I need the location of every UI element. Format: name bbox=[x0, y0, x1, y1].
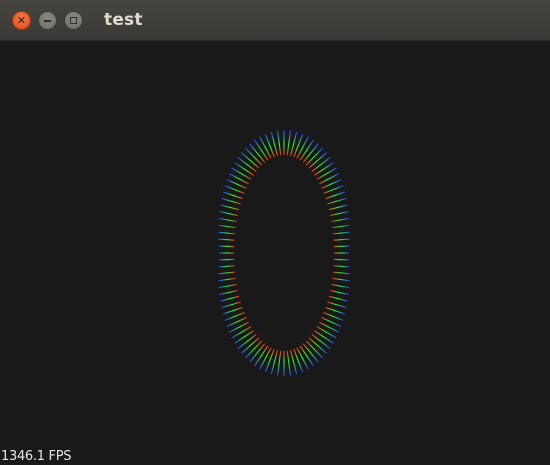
normal-line bbox=[259, 136, 272, 159]
normal-line bbox=[234, 162, 254, 176]
normal-line bbox=[296, 136, 309, 159]
maximize-button[interactable] bbox=[64, 11, 83, 30]
normal-line bbox=[240, 337, 260, 354]
normal-line bbox=[308, 152, 328, 169]
normal-line bbox=[325, 191, 346, 200]
normal-line bbox=[218, 283, 237, 289]
normal-line bbox=[330, 211, 349, 217]
normal-line bbox=[333, 265, 350, 268]
normal-line bbox=[332, 224, 350, 229]
normal-line bbox=[314, 330, 334, 344]
normal-line bbox=[330, 289, 349, 295]
normal-line bbox=[308, 337, 328, 354]
normal-line bbox=[220, 295, 240, 302]
normal-line bbox=[332, 231, 350, 235]
close-icon: ✕ bbox=[16, 14, 27, 27]
normal-line bbox=[323, 185, 344, 194]
surface-normals bbox=[218, 130, 350, 376]
normal-line bbox=[231, 167, 252, 180]
normal-line bbox=[327, 197, 347, 205]
normal-line bbox=[286, 130, 291, 156]
normal-line bbox=[218, 238, 235, 241]
normal-line bbox=[218, 258, 235, 261]
normal-line bbox=[331, 217, 350, 223]
normal-line bbox=[259, 347, 272, 370]
normal-line bbox=[237, 334, 257, 350]
normal-line bbox=[314, 162, 334, 176]
normal-line bbox=[286, 350, 291, 376]
normal-line bbox=[311, 334, 331, 350]
normal-line bbox=[218, 277, 236, 282]
title-bar[interactable]: ✕ test bbox=[0, 0, 550, 41]
normal-line bbox=[331, 283, 350, 289]
normal-line bbox=[325, 306, 346, 315]
normal-line bbox=[333, 245, 350, 248]
normal-line bbox=[218, 271, 236, 275]
normal-line bbox=[328, 204, 348, 211]
close-button[interactable]: ✕ bbox=[12, 11, 31, 30]
fps-counter: 1346.1 FPS bbox=[1, 449, 72, 464]
normal-line bbox=[316, 167, 337, 180]
normal-line bbox=[311, 156, 331, 172]
normal-line bbox=[218, 265, 235, 268]
normal-line bbox=[224, 312, 245, 321]
normal-line bbox=[277, 350, 282, 376]
normal-line bbox=[219, 289, 238, 295]
normal-line bbox=[222, 306, 243, 315]
normal-line bbox=[328, 295, 348, 302]
app-window: ✕ test 1346.1 FPS bbox=[0, 0, 550, 465]
normal-line bbox=[316, 326, 337, 339]
normal-line bbox=[323, 312, 344, 321]
normal-line bbox=[296, 347, 309, 370]
normal-line bbox=[221, 197, 241, 205]
normal-line bbox=[218, 217, 237, 223]
normal-line bbox=[222, 191, 243, 200]
normal-line bbox=[218, 245, 235, 248]
minimize-button[interactable] bbox=[38, 11, 57, 30]
normal-line bbox=[237, 156, 257, 172]
normal-line bbox=[240, 152, 260, 169]
normal-line bbox=[332, 271, 350, 275]
normal-line bbox=[224, 185, 245, 194]
render-canvas[interactable]: 1346.1 FPS bbox=[0, 41, 550, 465]
normals-visualization bbox=[218, 130, 350, 376]
normal-line bbox=[327, 301, 347, 309]
normal-line bbox=[218, 224, 236, 229]
normal-line bbox=[219, 211, 238, 217]
normal-line bbox=[333, 258, 350, 261]
normal-line bbox=[333, 238, 350, 241]
normal-line bbox=[220, 204, 240, 211]
window-title: test bbox=[104, 10, 143, 30]
normal-line bbox=[277, 130, 282, 156]
normal-line bbox=[218, 231, 236, 235]
normal-line bbox=[231, 326, 252, 339]
normal-line bbox=[234, 330, 254, 344]
normal-line bbox=[221, 301, 241, 309]
normal-line bbox=[332, 277, 350, 282]
